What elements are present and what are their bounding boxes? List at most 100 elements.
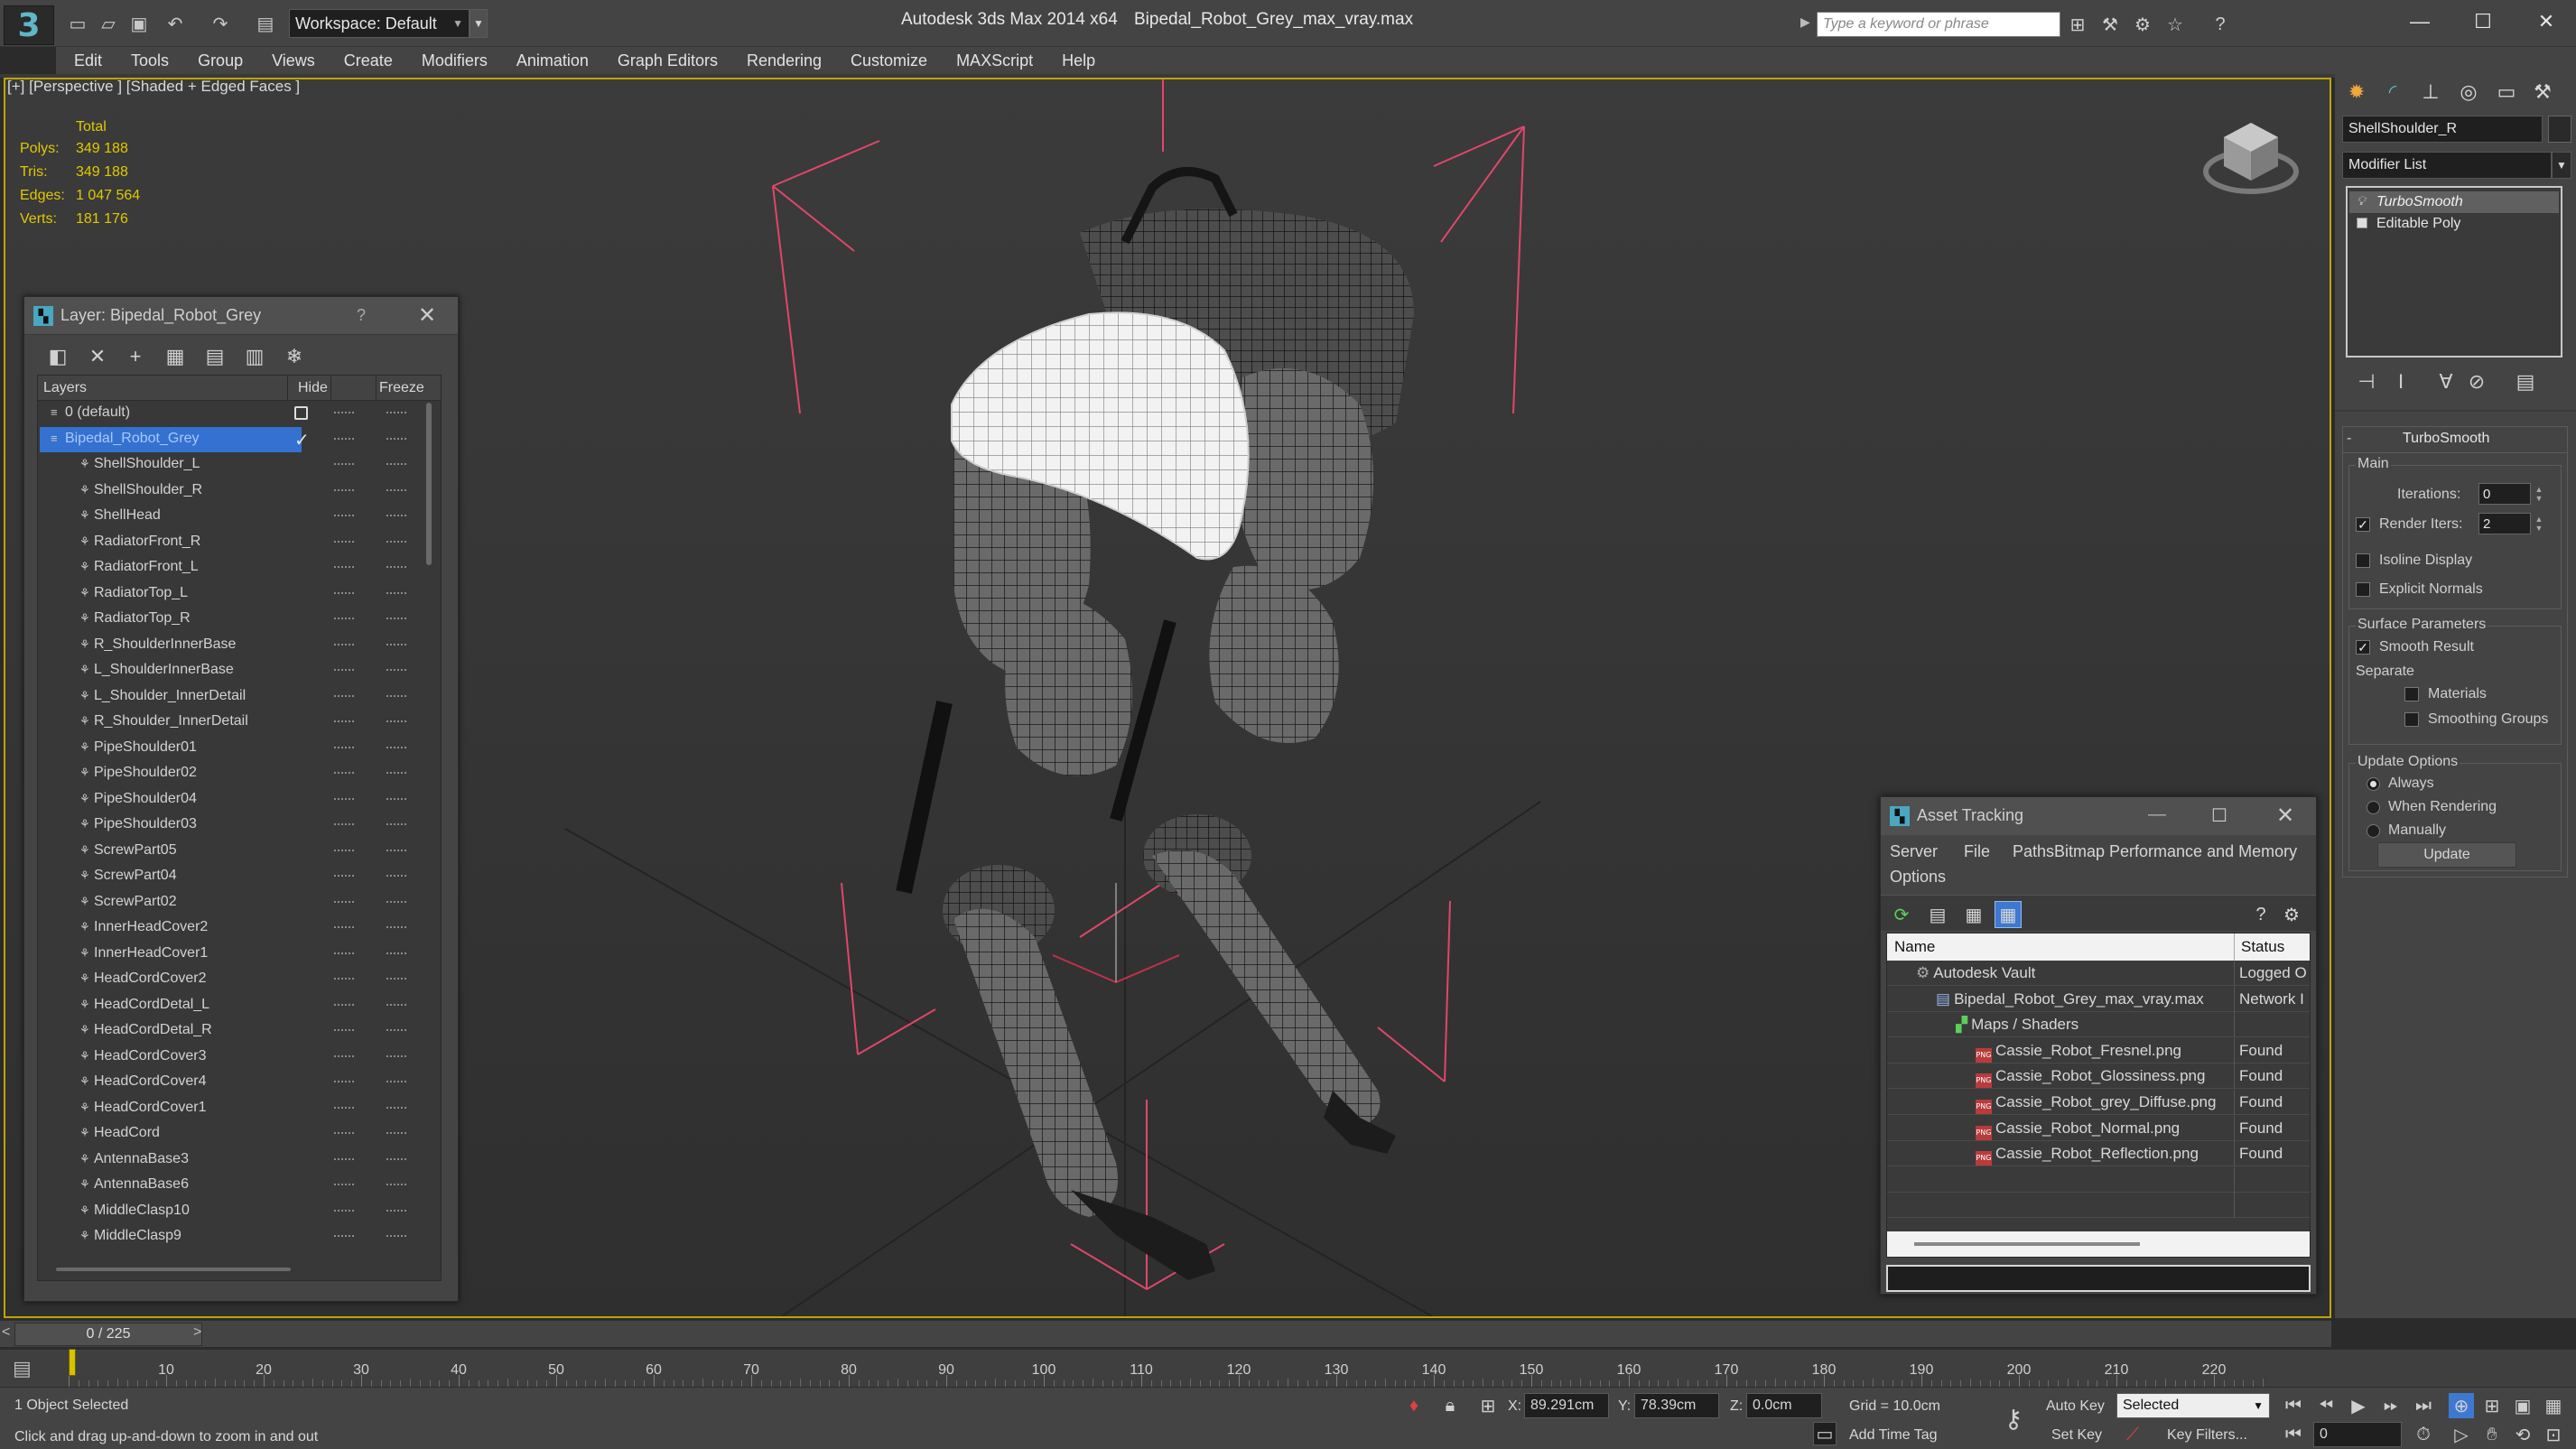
- freeze-toggle[interactable]: [386, 1081, 406, 1083]
- layer-row[interactable]: ⚘ HeadCord: [38, 1121, 426, 1147]
- freeze-toggle[interactable]: [386, 875, 406, 878]
- play-icon[interactable]: ▶: [2346, 1393, 2371, 1418]
- freeze-toggle[interactable]: [386, 1132, 406, 1135]
- layer-list-hscroll[interactable]: [56, 1268, 291, 1271]
- render-iters-spinner[interactable]: 2: [2478, 513, 2531, 534]
- asset-row[interactable]: ▤ Bipedal_Robot_Grey_max_vray.max Network …: [1887, 986, 2310, 1012]
- freeze-toggle[interactable]: [386, 488, 406, 492]
- freeze-toggle[interactable]: [386, 591, 406, 595]
- column-hide[interactable]: Hide: [298, 380, 328, 396]
- workspace-dropdown[interactable]: Workspace: Default ▼: [289, 9, 470, 38]
- freeze-toggle[interactable]: [386, 926, 406, 929]
- zoom-icon[interactable]: ⊕: [2449, 1393, 2474, 1418]
- layer-row[interactable]: ⚘ RadiatorFront_R: [38, 530, 426, 555]
- layer-row[interactable]: ⚘ ShellShoulder_R: [38, 478, 426, 504]
- layer-row[interactable]: ⚘ HeadCordCover3: [38, 1045, 426, 1070]
- new-layer-icon[interactable]: ◧: [42, 342, 73, 371]
- viewcube[interactable]: [2201, 116, 2301, 202]
- freeze-toggle[interactable]: [386, 566, 406, 569]
- y-coordinate-field[interactable]: 78.39cm: [1634, 1393, 1719, 1418]
- materials-checkbox[interactable]: [2404, 687, 2419, 701]
- rollout-collapse[interactable]: -: [2347, 431, 2351, 447]
- save-file-icon[interactable]: ▣: [126, 12, 152, 35]
- asset-row[interactable]: PNG Cassie_Robot_grey_Diffuse.png Found: [1887, 1090, 2310, 1115]
- hide-toggle[interactable]: [334, 694, 354, 698]
- column-layers[interactable]: Layers: [43, 380, 87, 396]
- hide-toggle[interactable]: [334, 720, 354, 723]
- expand-icon[interactable]: [2357, 218, 2367, 228]
- asset-menu-item[interactable]: Bitmap Performance and Memory: [2054, 842, 2297, 861]
- asset-row[interactable]: ⚙ Autodesk Vault Logged O: [1887, 961, 2310, 986]
- layer-row[interactable]: ⚘ PipeShoulder02: [38, 761, 426, 786]
- active-layer-box[interactable]: [294, 406, 308, 420]
- lightbulb-icon[interactable]: 💡︎: [2357, 193, 2366, 209]
- object-color-swatch[interactable]: [2548, 116, 2571, 143]
- freeze-toggle[interactable]: [386, 772, 406, 775]
- hide-toggle[interactable]: [334, 1029, 354, 1032]
- when-rendering-radio[interactable]: [2367, 801, 2380, 814]
- key-filters-button[interactable]: Key Filters...: [2167, 1427, 2247, 1444]
- asset-menu-item[interactable]: File: [1964, 842, 1990, 861]
- hierarchy-tab-icon[interactable]: ⊥: [2413, 76, 2449, 108]
- freeze-toggle[interactable]: [386, 1235, 406, 1238]
- close-icon[interactable]: ✕: [2521, 5, 2571, 38]
- binoculars-icon[interactable]: ⊞: [2064, 11, 2091, 38]
- selection-set-dropdown[interactable]: Selected ▼: [2116, 1393, 2270, 1418]
- asset-menu-item[interactable]: Options: [1890, 868, 1946, 887]
- layer-panel-titlebar[interactable]: ▚ Layer: Bipedal_Robot_Grey ? ✕: [24, 297, 458, 335]
- layer-row[interactable]: ⚘ ScrewPart02: [38, 890, 426, 915]
- time-slider[interactable]: < 0 / 225 >: [0, 1320, 2331, 1347]
- hide-toggle[interactable]: [334, 1106, 354, 1110]
- freeze-toggle[interactable]: [386, 1106, 406, 1110]
- layer-row[interactable]: ⚘ MiddleClasp10: [38, 1199, 426, 1224]
- key-mode-toggle-icon[interactable]: ⏮︎: [2281, 1422, 2306, 1447]
- current-frame-marker[interactable]: [69, 1349, 76, 1376]
- field-of-view-icon[interactable]: ▷: [2449, 1422, 2474, 1447]
- hide-toggle[interactable]: [334, 1003, 354, 1007]
- new-file-icon[interactable]: ▭: [65, 12, 90, 35]
- layer-row[interactable]: ⚘ ShellShoulder_L: [38, 452, 426, 478]
- layer-row[interactable]: ⚘ AntennaBase3: [38, 1147, 426, 1173]
- asset-row[interactable]: PNG Cassie_Robot_Fresnel.png Found: [1887, 1037, 2310, 1064]
- render-iters-checkbox[interactable]: ✓: [2356, 517, 2370, 532]
- app-logo-button[interactable]: 3: [4, 5, 54, 45]
- hide-toggle[interactable]: [334, 797, 354, 801]
- go-to-end-icon[interactable]: ⏭︎: [2411, 1393, 2436, 1418]
- freeze-toggle[interactable]: [386, 618, 406, 620]
- column-freeze[interactable]: Freeze: [379, 380, 424, 396]
- mini-curve-editor-icon[interactable]: ▤: [13, 1357, 32, 1380]
- stack-item-turbosmooth[interactable]: 💡︎ TurboSmooth: [2349, 191, 2559, 213]
- object-name-field[interactable]: ShellShoulder_R: [2342, 116, 2543, 143]
- hide-toggle[interactable]: [334, 488, 354, 492]
- hide-toggle[interactable]: [334, 437, 354, 441]
- hide-toggle[interactable]: [334, 1209, 354, 1212]
- freeze-toggle[interactable]: [386, 720, 406, 723]
- freeze-toggle[interactable]: [386, 1209, 406, 1212]
- menu-item[interactable]: MAXScript: [942, 51, 1047, 70]
- hide-toggle[interactable]: [334, 746, 354, 749]
- zoom-extents-icon[interactable]: ▣: [2510, 1393, 2535, 1418]
- layer-row[interactable]: ⚘ AntennaBase6: [38, 1173, 426, 1198]
- search-arrow-icon[interactable]: ▶: [1800, 14, 1810, 30]
- hide-toggle[interactable]: [334, 978, 354, 980]
- viewport-label[interactable]: [+] [Perspective ] [Shaded + Edged Faces…: [7, 78, 300, 96]
- time-configuration-icon[interactable]: ⏱︎: [2411, 1422, 2436, 1447]
- next-frame-icon[interactable]: >: [193, 1324, 201, 1341]
- freeze-toggle[interactable]: [386, 1184, 406, 1186]
- add-to-layer-icon[interactable]: +: [120, 342, 151, 371]
- smoothing-groups-checkbox[interactable]: [2404, 712, 2419, 727]
- time-slider-thumb[interactable]: 0 / 225: [14, 1323, 202, 1346]
- redo-icon[interactable]: ↷: [208, 12, 233, 35]
- layer-row[interactable]: ⚘ InnerHeadCover1: [38, 942, 426, 967]
- menu-item[interactable]: Rendering: [732, 51, 836, 70]
- delete-layer-icon[interactable]: ✕: [82, 342, 113, 371]
- x-coordinate-field[interactable]: 89.291cm: [1524, 1393, 1609, 1418]
- auto-key-button[interactable]: Auto Key: [2046, 1398, 2105, 1415]
- freeze-toggle[interactable]: [386, 746, 406, 749]
- hide-toggle[interactable]: [334, 875, 354, 878]
- hide-toggle[interactable]: [334, 1132, 354, 1135]
- freeze-toggle[interactable]: [386, 515, 406, 517]
- maximize-viewport-icon[interactable]: ⊡: [2541, 1422, 2566, 1447]
- freeze-toggle[interactable]: [386, 978, 406, 980]
- hide-toggle[interactable]: [334, 1054, 354, 1058]
